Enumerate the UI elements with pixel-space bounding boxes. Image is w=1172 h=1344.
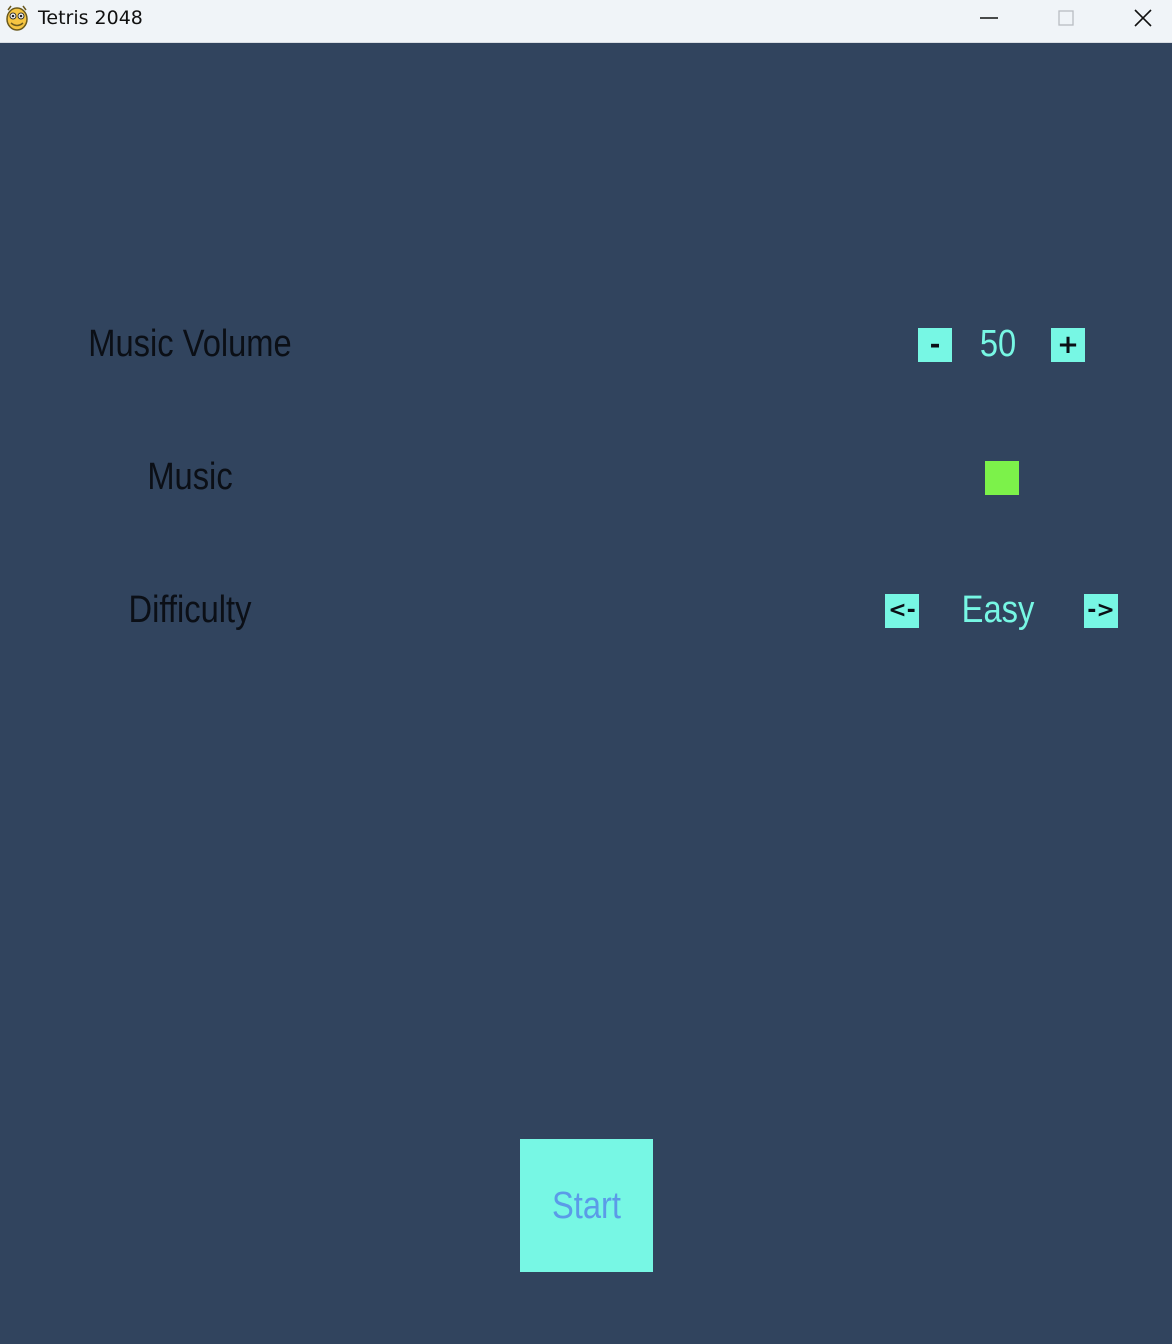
close-button[interactable] bbox=[1113, 0, 1172, 36]
pygame-snake-icon bbox=[4, 4, 30, 32]
window-title: Tetris 2048 bbox=[38, 7, 143, 29]
maximize-button[interactable] bbox=[1036, 0, 1096, 36]
volume-decrease-button[interactable]: - bbox=[918, 328, 952, 362]
difficulty-next-button[interactable]: -> bbox=[1084, 594, 1118, 628]
music-label: Music bbox=[147, 456, 233, 498]
difficulty-prev-button[interactable]: <- bbox=[885, 594, 919, 628]
close-icon bbox=[1134, 9, 1152, 27]
title-bar[interactable]: Tetris 2048 bbox=[0, 0, 1172, 43]
difficulty-label: Difficulty bbox=[128, 589, 252, 631]
maximize-icon bbox=[1058, 10, 1074, 26]
start-button-label: Start bbox=[551, 1185, 622, 1227]
minimize-button[interactable] bbox=[959, 0, 1019, 36]
volume-value: 50 bbox=[979, 323, 1017, 365]
music-toggle[interactable] bbox=[985, 461, 1019, 495]
difficulty-value: Easy bbox=[961, 589, 1035, 631]
start-button[interactable]: Start bbox=[520, 1139, 653, 1272]
settings-screen: Music Volume - 50 + Music Difficulty <- … bbox=[0, 43, 1172, 1344]
minimize-icon bbox=[980, 17, 998, 19]
app-window: Tetris 2048 Music Volume - 50 + Music Di… bbox=[0, 0, 1172, 1344]
music-volume-label: Music Volume bbox=[88, 323, 292, 365]
volume-increase-button[interactable]: + bbox=[1051, 328, 1085, 362]
